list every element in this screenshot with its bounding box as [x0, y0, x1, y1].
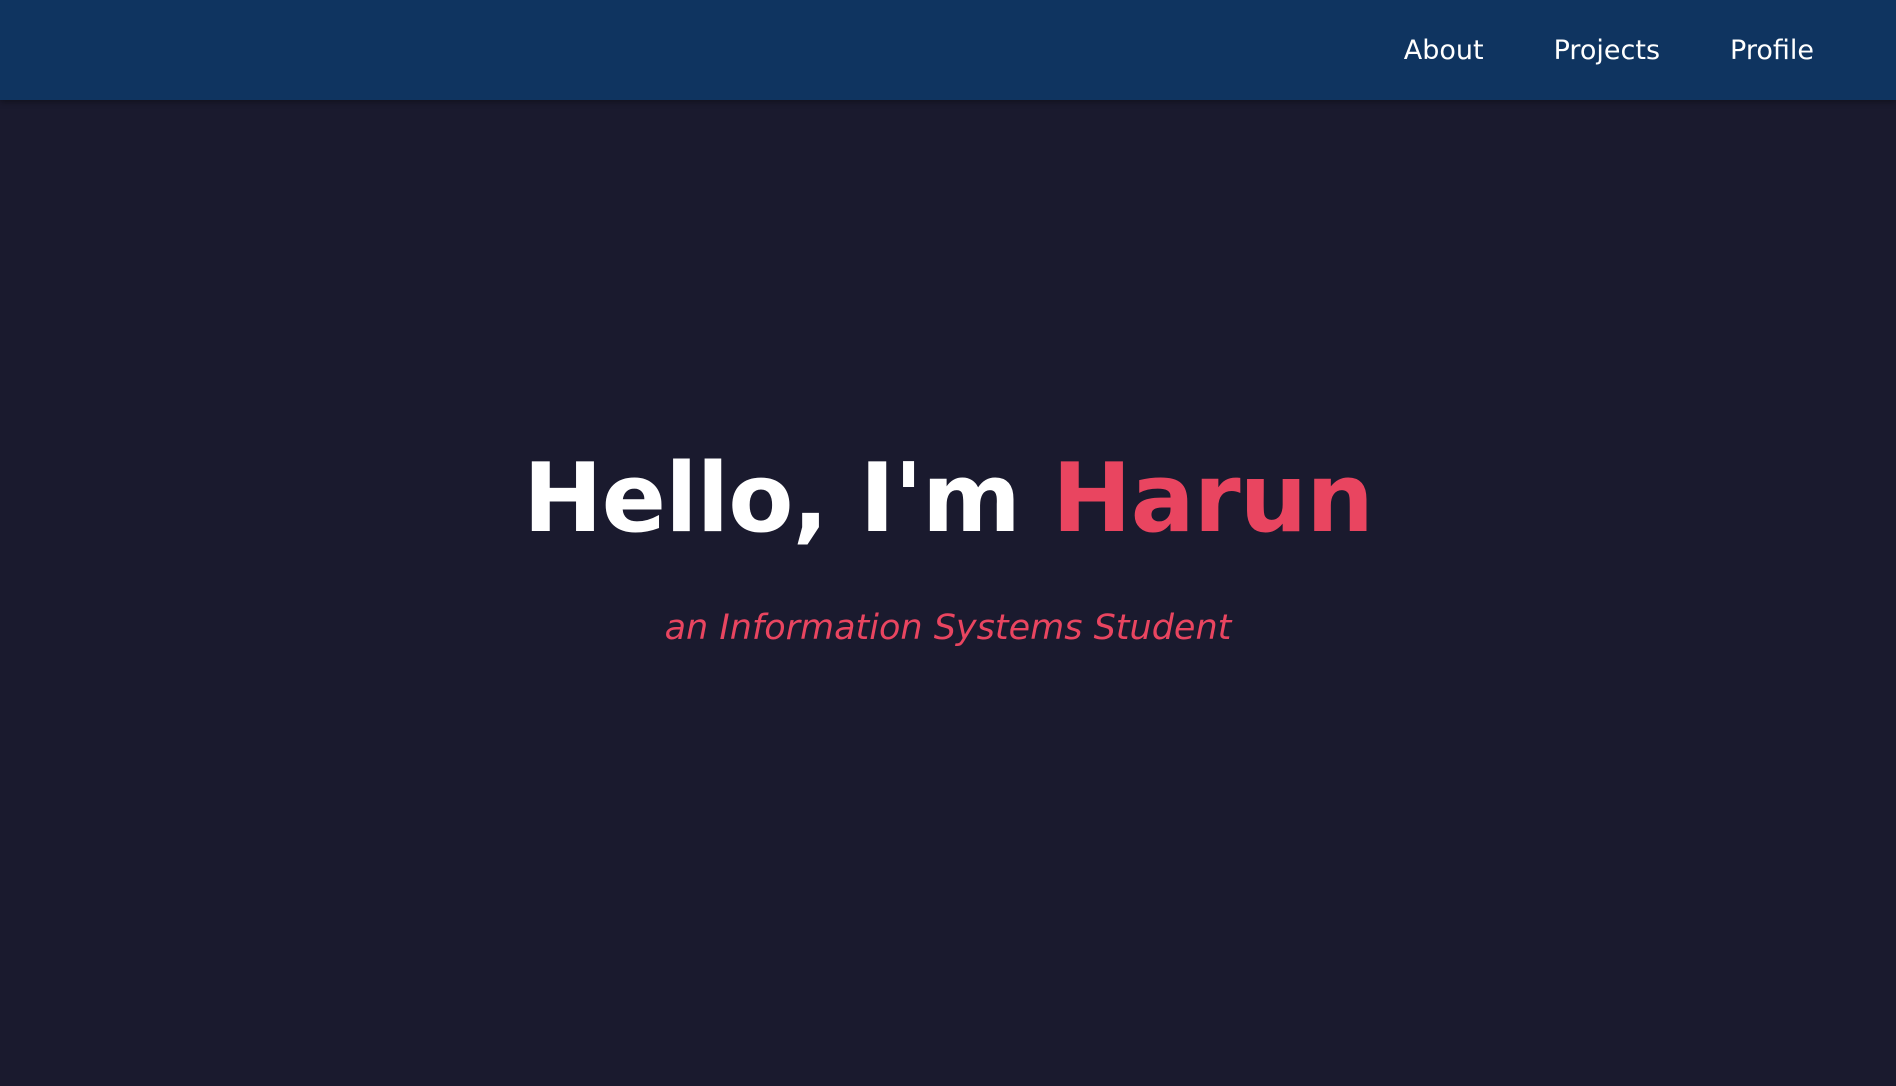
nav-link-profile[interactable]: Profile	[1730, 35, 1814, 66]
hero-subtitle: an Information Systems Student	[664, 608, 1232, 648]
hero-greeting: Hello, I'm	[523, 444, 1021, 554]
hero-title: Hello, I'm Harun	[0, 447, 1896, 552]
navbar: About Projects Profile	[0, 0, 1896, 100]
hero-name: Harun	[1052, 444, 1374, 554]
nav-link-about[interactable]: About	[1404, 35, 1484, 66]
hero-section: Hello, I'm Harun an Information Systems …	[0, 100, 1896, 1086]
nav-links: About Projects Profile	[1404, 0, 1814, 100]
nav-link-projects[interactable]: Projects	[1554, 35, 1660, 66]
